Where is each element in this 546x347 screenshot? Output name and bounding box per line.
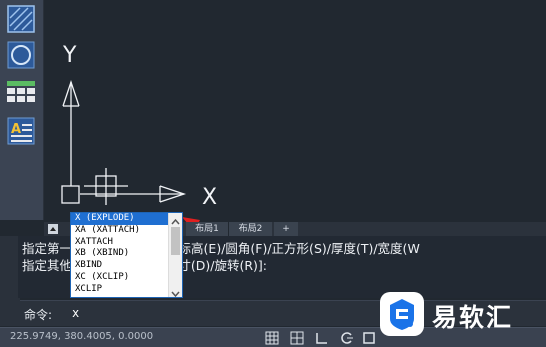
scrollbar-thumb[interactable] <box>171 227 180 255</box>
logo-badge-icon <box>380 292 424 336</box>
grid-icon[interactable] <box>265 331 279 345</box>
autocomplete-item-xb[interactable]: XB (XBIND) <box>71 248 169 260</box>
tab-layout1[interactable]: 布局1 <box>186 222 228 236</box>
autocomplete-list[interactable]: X (EXPLODE) XA (XATTACH) XATTACH XB (XBI… <box>71 213 169 296</box>
history-gutter <box>0 236 18 298</box>
watermark-logo: 易软汇 <box>380 288 540 344</box>
command-autocomplete[interactable]: X (EXPLODE) XA (XATTACH) XATTACH XB (XBI… <box>70 212 183 298</box>
y-axis-label: Y <box>62 43 77 68</box>
tab-layout2[interactable]: 布局2 <box>228 222 272 236</box>
coordinate-readout: 225.9749, 380.4005, 0.0000 <box>10 331 154 342</box>
command-prompt: 命令: <box>24 308 53 322</box>
watermark-text: 易软汇 <box>432 303 514 332</box>
scroll-up-icon[interactable] <box>169 213 182 225</box>
hatch-icon[interactable] <box>6 4 36 34</box>
autocomplete-item-xa[interactable]: XA (XATTACH) <box>71 225 169 237</box>
autocomplete-scrollbar[interactable] <box>168 213 182 298</box>
drawing-canvas[interactable]: Y X <box>44 0 546 260</box>
autocomplete-item-xc[interactable]: XC (XCLIP) <box>71 272 169 284</box>
command-input[interactable]: x <box>72 306 79 320</box>
object-snap-icon[interactable] <box>362 331 376 345</box>
tool-palette: A <box>0 0 44 220</box>
polar-tracking-icon[interactable] <box>340 331 354 345</box>
autocomplete-item-xattach[interactable]: XATTACH <box>71 237 169 249</box>
add-layout-button[interactable]: + <box>274 222 298 236</box>
text-style-icon[interactable]: A <box>6 116 36 146</box>
snap-grid-icon[interactable] <box>290 331 304 345</box>
svg-text:A: A <box>11 122 21 137</box>
command-gutter <box>0 298 20 326</box>
autocomplete-item-xbind[interactable]: XBIND <box>71 260 169 272</box>
x-axis-label: X <box>202 185 217 210</box>
ucs-icon: Y X <box>61 43 245 260</box>
autocomplete-item-xclip[interactable]: XCLIP <box>71 284 169 296</box>
autocomplete-item-explode[interactable]: X (EXPLODE) <box>71 213 169 225</box>
circle-icon[interactable] <box>6 40 36 70</box>
ortho-icon[interactable] <box>315 331 329 345</box>
tab-scroll-up-icon[interactable] <box>48 224 58 234</box>
table-icon[interactable] <box>6 78 36 108</box>
scroll-down-icon[interactable] <box>169 285 182 298</box>
